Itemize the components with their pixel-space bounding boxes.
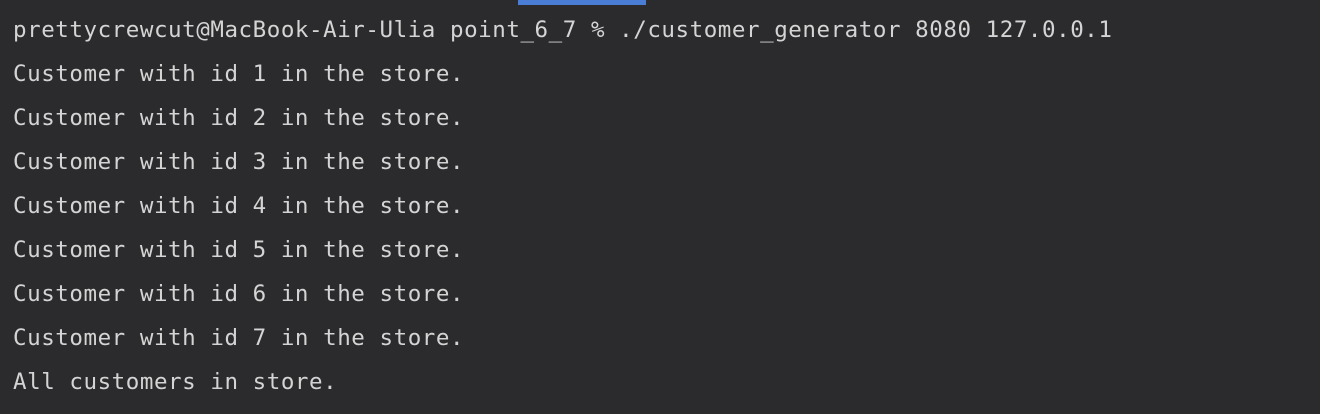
output-line: Customer with id 4 in the store. [13,193,465,219]
output-line: Customer with id 3 in the store. [13,149,465,175]
terminal-output[interactable]: prettycrewcut@MacBook-Air-Ulia point_6_7… [13,8,1307,404]
output-line: Customer with id 1 in the store. [13,61,465,87]
active-tab-indicator [518,0,646,5]
output-line: Customer with id 6 in the store. [13,281,465,307]
output-line: Customer with id 2 in the store. [13,105,465,131]
output-line: Customer with id 5 in the store. [13,237,465,263]
command-line: prettycrewcut@MacBook-Air-Ulia point_6_7… [13,17,1113,43]
output-line: Customer with id 7 in the store. [13,325,465,351]
output-line-summary: All customers in store. [13,369,338,395]
